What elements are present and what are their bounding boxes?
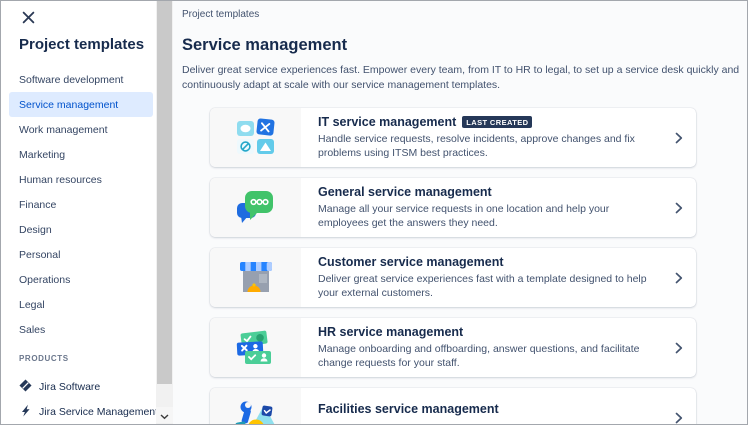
sidebar-title: Project templates <box>19 36 145 53</box>
card-title: General service management <box>318 185 492 199</box>
sidebar-scrollbar[interactable] <box>156 1 173 424</box>
scroll-down-button[interactable] <box>156 407 173 423</box>
sidebar-item-finance[interactable]: Finance <box>9 192 153 217</box>
template-category-nav: Software development Service management … <box>1 67 156 342</box>
products-section-label: PRODUCTS <box>19 354 69 363</box>
chevron-right-icon <box>675 132 683 144</box>
breadcrumb[interactable]: Project templates <box>182 9 747 20</box>
last-created-badge: LAST CREATED <box>462 116 533 128</box>
sidebar-item-personal[interactable]: Personal <box>9 242 153 267</box>
card-description <box>318 419 499 424</box>
chevron-down-icon <box>160 408 169 423</box>
sidebar-item-legal[interactable]: Legal <box>9 292 153 317</box>
sidebar-item-jira-service-management[interactable]: Jira Service Management <box>19 402 158 422</box>
template-card-list: IT service management LAST CREATED Handl… <box>210 108 696 424</box>
card-body: General service management Manage all yo… <box>301 185 682 230</box>
product-label: Jira Service Management <box>39 406 159 418</box>
sidebar-item-jira-software[interactable]: Jira Software <box>19 377 100 397</box>
card-description: Manage all your service requests in one … <box>318 203 610 229</box>
itsm-template-icon <box>210 108 301 167</box>
hr-service-template-icon <box>210 318 301 377</box>
sidebar-item-marketing[interactable]: Marketing <box>9 142 153 167</box>
sidebar-item-sales[interactable]: Sales <box>9 317 153 342</box>
sidebar-item-software-development[interactable]: Software development <box>9 67 153 92</box>
chevron-right-icon <box>675 412 683 424</box>
jira-software-logo <box>19 379 32 395</box>
card-title: Customer service management <box>318 255 504 269</box>
card-description: Manage onboarding and offboarding, answe… <box>318 343 640 369</box>
template-card-general-service-management[interactable]: General service management Manage all yo… <box>210 178 696 237</box>
jira-service-management-logo <box>19 404 32 420</box>
customer-service-template-icon <box>210 248 301 307</box>
chevron-right-icon <box>675 202 683 214</box>
template-card-hr-service-management[interactable]: HR service management Manage onboarding … <box>210 318 696 377</box>
card-body: IT service management LAST CREATED Handl… <box>301 115 682 160</box>
card-title: HR service management <box>318 325 464 339</box>
card-title: Facilities service management <box>318 402 499 416</box>
card-body: HR service management Manage onboarding … <box>301 325 682 370</box>
sidebar-item-human-resources[interactable]: Human resources <box>9 167 153 192</box>
sidebar-item-service-management[interactable]: Service management <box>9 92 153 117</box>
template-card-it-service-management[interactable]: IT service management LAST CREATED Handl… <box>210 108 696 167</box>
chevron-right-icon <box>675 272 683 284</box>
sidebar-item-operations[interactable]: Operations <box>9 267 153 292</box>
project-templates-window: Project templates Software development S… <box>0 0 748 425</box>
chevron-right-icon <box>675 342 683 354</box>
sidebar-item-design[interactable]: Design <box>9 217 153 242</box>
close-icon <box>22 11 35 27</box>
page-description: Deliver great service experiences fast. … <box>182 64 740 91</box>
card-body: Customer service management Deliver grea… <box>301 255 682 300</box>
card-description: Handle service requests, resolve inciden… <box>318 133 635 159</box>
card-title: IT service management <box>318 115 457 129</box>
general-service-template-icon <box>210 178 301 237</box>
card-body: Facilities service management <box>301 402 533 424</box>
templates-sidebar: Project templates Software development S… <box>1 1 158 424</box>
close-button[interactable] <box>17 8 39 30</box>
product-label: Jira Software <box>39 381 101 393</box>
scrollbar-thumb[interactable] <box>157 1 172 384</box>
template-card-facilities-service-management[interactable]: Facilities service management <box>210 388 696 424</box>
template-card-customer-service-management[interactable]: Customer service management Deliver grea… <box>210 248 696 307</box>
facilities-service-template-icon <box>210 388 301 424</box>
template-gallery-main: Project templates Service management Del… <box>173 1 747 424</box>
card-description: Deliver great service experiences fast w… <box>318 273 647 299</box>
page-title: Service management <box>182 36 348 54</box>
sidebar-item-work-management[interactable]: Work management <box>9 117 153 142</box>
